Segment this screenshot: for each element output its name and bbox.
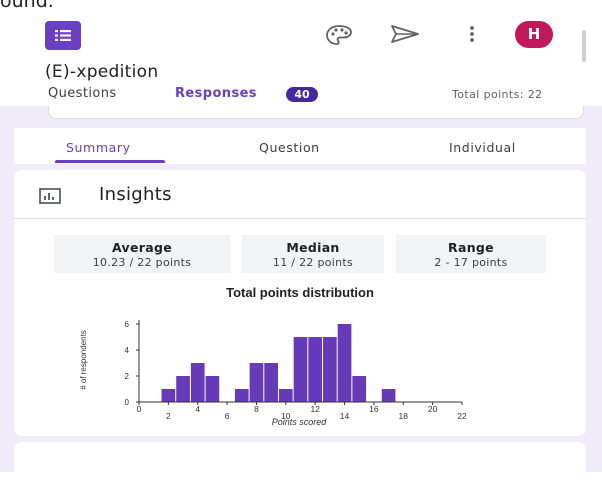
range-label: Range <box>448 240 494 255</box>
chart-x-tick-label: 10 <box>281 411 291 421</box>
avatar[interactable]: H <box>515 21 553 48</box>
insights-header: Insights <box>14 170 586 219</box>
chart-x-tick-label: 14 <box>340 411 350 421</box>
chart-bar <box>249 363 264 402</box>
subtab-summary[interactable]: Summary <box>66 140 131 155</box>
tab-questions[interactable]: Questions <box>48 86 117 101</box>
chart-x-axis-label: Points scored <box>272 417 328 427</box>
subtab-individual[interactable]: Individual <box>449 140 516 155</box>
average-value: 10.23 / 22 points <box>92 256 192 269</box>
chart-bar <box>161 389 176 402</box>
insights-chart-icon <box>39 188 61 204</box>
chart-y-axis-label: # of respondents <box>79 330 88 390</box>
range-stat: Range 2 - 17 points <box>396 235 546 273</box>
chart-x-tick-label: 2 <box>166 411 171 421</box>
summary-subtabs: Summary Question Individual <box>14 128 586 164</box>
subtab-question[interactable]: Question <box>259 140 320 155</box>
scrollbar[interactable] <box>582 30 586 62</box>
more-vert-icon[interactable] <box>468 24 476 44</box>
chart-title: Total points distribution <box>226 285 374 300</box>
median-value: 11 / 22 points <box>272 256 354 269</box>
chart-bar <box>278 389 293 402</box>
chart-y-tick-label: 0 <box>125 398 130 407</box>
chart-x-tick-label: 20 <box>428 404 438 414</box>
insights-title: Insights <box>99 184 172 205</box>
chart-x-tick-label: 18 <box>399 411 409 421</box>
chart-x-tick-label: 0 <box>137 404 142 414</box>
response-card-edge <box>48 106 584 119</box>
chart-bar <box>264 363 278 402</box>
form-title: (E)-xpedition <box>45 62 159 82</box>
chart-bar <box>234 389 249 402</box>
chart-bar <box>205 376 220 402</box>
chart-x-tick-label: 22 <box>457 411 467 421</box>
active-subtab-indicator <box>55 160 165 163</box>
points-distribution-chart: Total points distribution # of responden… <box>79 285 467 427</box>
top-bar: H <box>0 0 602 62</box>
average-stat: Average 10.23 / 22 points <box>54 235 230 273</box>
chart-y-tick-label: 2 <box>125 372 130 381</box>
chart-x-tick-label: 4 <box>195 404 200 414</box>
total-points-label: Total points: 22 <box>452 88 543 101</box>
chart-bar <box>323 337 337 402</box>
chart-bar <box>308 337 323 402</box>
chart-y-tick-label: 6 <box>125 320 130 329</box>
next-card <box>14 442 586 482</box>
median-stat: Median 11 / 22 points <box>242 235 384 273</box>
palette-icon[interactable] <box>325 24 353 46</box>
chart-bar <box>176 376 190 402</box>
send-icon[interactable] <box>390 24 420 44</box>
chart-y-tick-label: 4 <box>125 346 130 355</box>
tab-responses[interactable]: Responses <box>175 86 257 101</box>
chart-bar <box>293 337 308 402</box>
insights-card: Insights Average 10.23 / 22 points Media… <box>14 170 586 436</box>
chart-x-tick-label: 12 <box>310 404 320 414</box>
forms-logo-icon[interactable] <box>45 21 81 50</box>
chart-bar <box>381 389 396 402</box>
chart-bar <box>190 363 205 402</box>
chart-x-tick-label: 16 <box>369 404 379 414</box>
chart-x-tick-label: 6 <box>225 411 230 421</box>
chart-x-tick-label: 8 <box>254 404 259 414</box>
median-label: Median <box>286 240 340 255</box>
chart-bar <box>352 376 367 402</box>
chart-bar <box>337 324 352 402</box>
responses-count-badge: 40 <box>286 87 318 102</box>
range-value: 2 - 17 points <box>434 256 508 269</box>
average-label: Average <box>112 240 172 255</box>
